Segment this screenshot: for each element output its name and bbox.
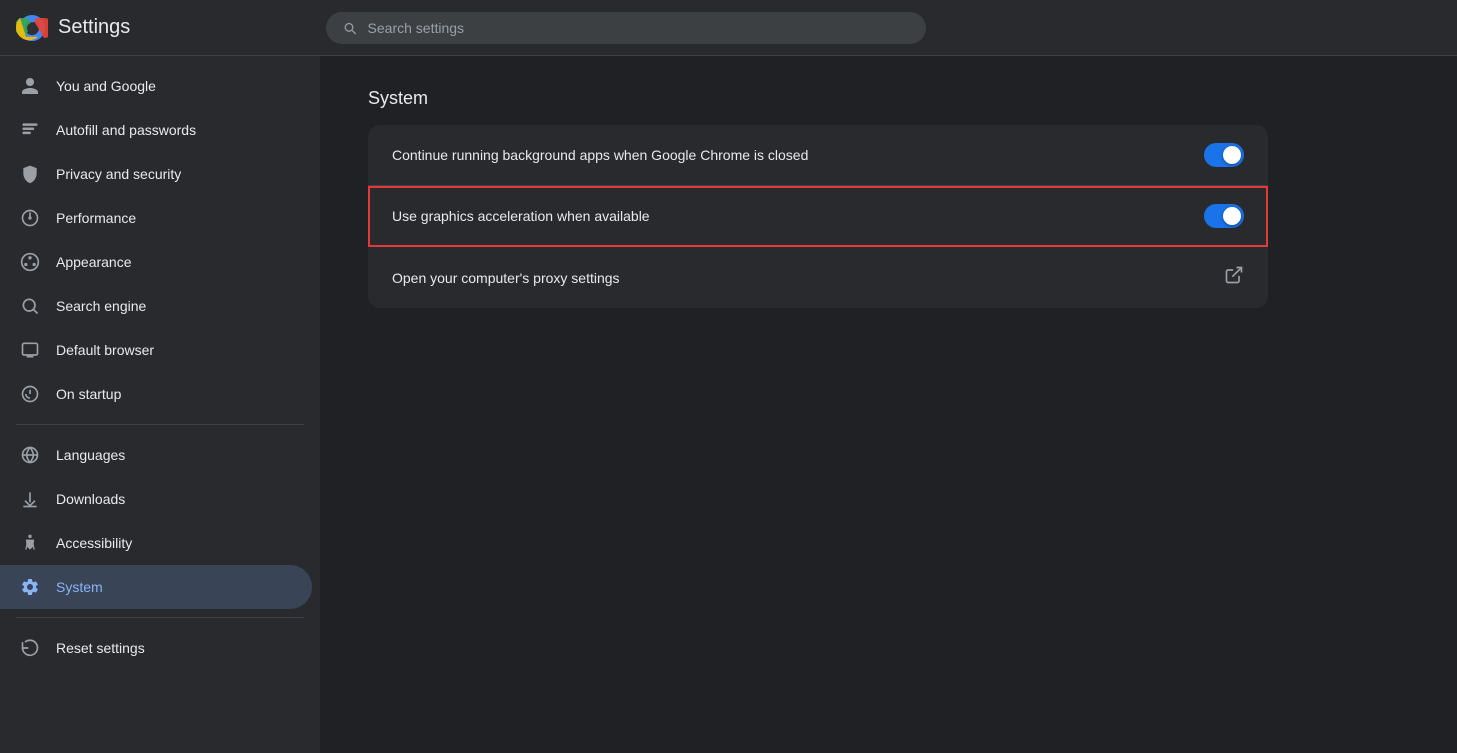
toggle-track-1 xyxy=(1204,143,1244,167)
background-apps-toggle[interactable] xyxy=(1204,143,1244,167)
performance-icon xyxy=(20,208,40,228)
sidebar-label-on-startup: On startup xyxy=(56,386,121,402)
external-link-icon xyxy=(1224,265,1244,290)
graphics-acceleration-row[interactable]: Use graphics acceleration when available xyxy=(368,186,1268,247)
sidebar-item-accessibility[interactable]: Accessibility xyxy=(0,521,312,565)
sidebar-divider-2 xyxy=(16,617,304,618)
search-input[interactable] xyxy=(368,20,911,36)
person-icon xyxy=(20,76,40,96)
sidebar-label-privacy: Privacy and security xyxy=(56,166,181,182)
sidebar-label-system: System xyxy=(56,579,103,595)
sidebar-item-search-engine[interactable]: Search engine xyxy=(0,284,312,328)
graphics-acceleration-label: Use graphics acceleration when available xyxy=(392,208,650,224)
languages-icon xyxy=(20,445,40,465)
sidebar-label-appearance: Appearance xyxy=(56,254,132,270)
sidebar-item-reset-settings[interactable]: Reset settings xyxy=(0,626,312,670)
appearance-icon xyxy=(20,252,40,272)
header: Settings xyxy=(0,0,1457,56)
sidebar-label-search-engine: Search engine xyxy=(56,298,146,314)
sidebar-item-privacy[interactable]: Privacy and security xyxy=(0,152,312,196)
sidebar-item-default-browser[interactable]: Default browser xyxy=(0,328,312,372)
chrome-logo-icon xyxy=(16,12,48,44)
sidebar-item-system[interactable]: System xyxy=(0,565,312,609)
sidebar-item-appearance[interactable]: Appearance xyxy=(0,240,312,284)
section-title: System xyxy=(368,88,1409,109)
sidebar-label-reset: Reset settings xyxy=(56,640,145,656)
main-layout: You and Google Autofill and passwords Pr… xyxy=(0,56,1457,753)
sidebar-divider-1 xyxy=(16,424,304,425)
sidebar: You and Google Autofill and passwords Pr… xyxy=(0,56,320,753)
sidebar-item-autofill[interactable]: Autofill and passwords xyxy=(0,108,312,152)
toggle-thumb-1 xyxy=(1223,146,1241,164)
header-logo: Settings xyxy=(16,12,130,44)
settings-title: Settings xyxy=(58,16,130,39)
settings-card: Continue running background apps when Go… xyxy=(368,125,1268,308)
graphics-acceleration-toggle[interactable] xyxy=(1204,204,1244,228)
reset-icon xyxy=(20,638,40,658)
sidebar-item-downloads[interactable]: Downloads xyxy=(0,477,312,521)
proxy-settings-label: Open your computer's proxy settings xyxy=(392,270,620,286)
sidebar-item-you-and-google[interactable]: You and Google xyxy=(0,64,312,108)
main-content: System Continue running background apps … xyxy=(320,56,1457,753)
default-browser-icon xyxy=(20,340,40,360)
shield-icon xyxy=(20,164,40,184)
autofill-icon xyxy=(20,120,40,140)
search-engine-icon xyxy=(20,296,40,316)
sidebar-label-autofill: Autofill and passwords xyxy=(56,122,196,138)
background-apps-row[interactable]: Continue running background apps when Go… xyxy=(368,125,1268,186)
accessibility-icon xyxy=(20,533,40,553)
on-startup-icon xyxy=(20,384,40,404)
proxy-settings-row[interactable]: Open your computer's proxy settings xyxy=(368,247,1268,308)
sidebar-label-default-browser: Default browser xyxy=(56,342,154,358)
background-apps-label: Continue running background apps when Go… xyxy=(392,147,808,163)
toggle-thumb-2 xyxy=(1223,207,1241,225)
sidebar-item-languages[interactable]: Languages xyxy=(0,433,312,477)
sidebar-label-languages: Languages xyxy=(56,447,125,463)
system-icon xyxy=(20,577,40,597)
search-bar[interactable] xyxy=(326,12,926,44)
sidebar-item-performance[interactable]: Performance xyxy=(0,196,312,240)
sidebar-label-accessibility: Accessibility xyxy=(56,535,132,551)
downloads-icon xyxy=(20,489,40,509)
toggle-track-2 xyxy=(1204,204,1244,228)
sidebar-item-on-startup[interactable]: On startup xyxy=(0,372,312,416)
sidebar-label-you-and-google: You and Google xyxy=(56,78,156,94)
sidebar-label-performance: Performance xyxy=(56,210,136,226)
search-icon xyxy=(342,20,357,36)
sidebar-label-downloads: Downloads xyxy=(56,491,125,507)
